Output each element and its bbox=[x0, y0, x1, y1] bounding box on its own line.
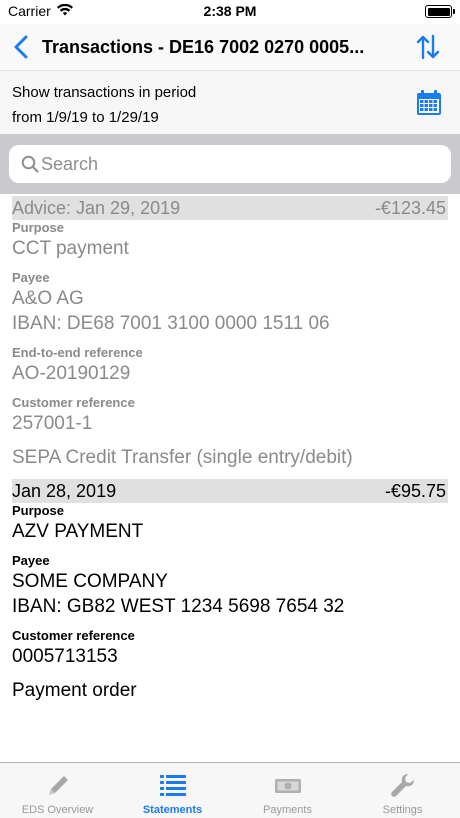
tab-eds-overview[interactable]: EDS Overview bbox=[0, 763, 115, 818]
transaction-date: Jan 28, 2019 bbox=[12, 481, 117, 501]
tab-payments[interactable]: Payments bbox=[230, 763, 345, 818]
customer-reference-label: Customer reference bbox=[12, 628, 135, 643]
calendar-icon[interactable] bbox=[416, 90, 442, 116]
period-filter: Show transactions in period from 1/9/19 … bbox=[0, 70, 460, 134]
transaction-item[interactable]: Jan 28, 2019 -€95.75 Purpose AZV PAYMENT… bbox=[0, 479, 460, 703]
period-label: Show transactions in period bbox=[12, 84, 197, 101]
customer-reference-label: Customer reference bbox=[12, 395, 135, 410]
purpose-value: AZV PAYMENT bbox=[12, 521, 144, 542]
transaction-amount: -€95.75 bbox=[384, 481, 446, 501]
purpose-label: Purpose bbox=[12, 220, 65, 235]
payee-iban: IBAN: GB82 WEST 1234 5698 7654 32 bbox=[12, 596, 345, 617]
pencil-icon bbox=[48, 776, 68, 795]
transaction-date: Advice: Jan 29, 2019 bbox=[12, 198, 181, 218]
status-bar: Carrier 2:38 PM bbox=[0, 0, 460, 24]
tab-statements[interactable]: Statements bbox=[115, 763, 230, 818]
search-icon bbox=[21, 155, 39, 173]
search-input[interactable] bbox=[41, 147, 441, 181]
search-area bbox=[0, 134, 460, 194]
customer-reference-value: 0005713153 bbox=[12, 646, 118, 667]
payee-label: Payee bbox=[12, 553, 50, 568]
payee-label: Payee bbox=[12, 270, 50, 285]
end-to-end-reference-label: End-to-end reference bbox=[12, 345, 143, 360]
navigation-bar: Transactions - DE16 7002 0270 0005... bbox=[0, 24, 460, 70]
banknote-icon bbox=[274, 779, 301, 793]
transaction-amount: -€123.45 bbox=[374, 198, 446, 218]
wrench-icon bbox=[390, 773, 414, 797]
transaction-header: Advice: Jan 29, 2019 -€123.45 bbox=[12, 196, 448, 220]
period-range: from 1/9/19 to 1/29/19 bbox=[12, 109, 159, 126]
sort-icon[interactable] bbox=[416, 34, 440, 60]
search-bar[interactable] bbox=[9, 145, 451, 183]
tab-label: Settings bbox=[382, 804, 423, 816]
battery-icon bbox=[425, 5, 455, 18]
purpose-value: CCT payment bbox=[12, 238, 129, 259]
back-chevron-icon[interactable] bbox=[12, 35, 30, 59]
page-title: Transactions - DE16 7002 0270 0005... bbox=[42, 37, 365, 57]
tab-label: Statements bbox=[142, 804, 203, 816]
tab-settings[interactable]: Settings bbox=[345, 763, 460, 818]
transaction-item[interactable]: Advice: Jan 29, 2019 -€123.45 Purpose CC… bbox=[0, 196, 460, 479]
tab-label: EDS Overview bbox=[21, 804, 94, 816]
tab-label: Payments bbox=[263, 804, 312, 816]
tab-bar: EDS Overview Statements Payments Setting… bbox=[0, 762, 460, 818]
end-to-end-reference-value: AO-20190129 bbox=[12, 363, 131, 384]
list-icon bbox=[159, 775, 186, 796]
clock: 2:38 PM bbox=[203, 3, 257, 19]
payee-iban: IBAN: DE68 7001 3100 0000 1511 06 bbox=[12, 313, 330, 334]
customer-reference-value: 257001-1 bbox=[12, 413, 93, 434]
payee-name: SOME COMPANY bbox=[12, 571, 168, 592]
payee-name: A&O AG bbox=[12, 288, 84, 309]
transactions-list[interactable]: Advice: Jan 29, 2019 -€123.45 Purpose CC… bbox=[0, 196, 460, 762]
transaction-header: Jan 28, 2019 -€95.75 bbox=[12, 479, 448, 503]
transaction-type: SEPA Credit Transfer (single entry/debit… bbox=[12, 447, 353, 468]
purpose-label: Purpose bbox=[12, 503, 65, 518]
transaction-type: Payment order bbox=[12, 680, 137, 701]
